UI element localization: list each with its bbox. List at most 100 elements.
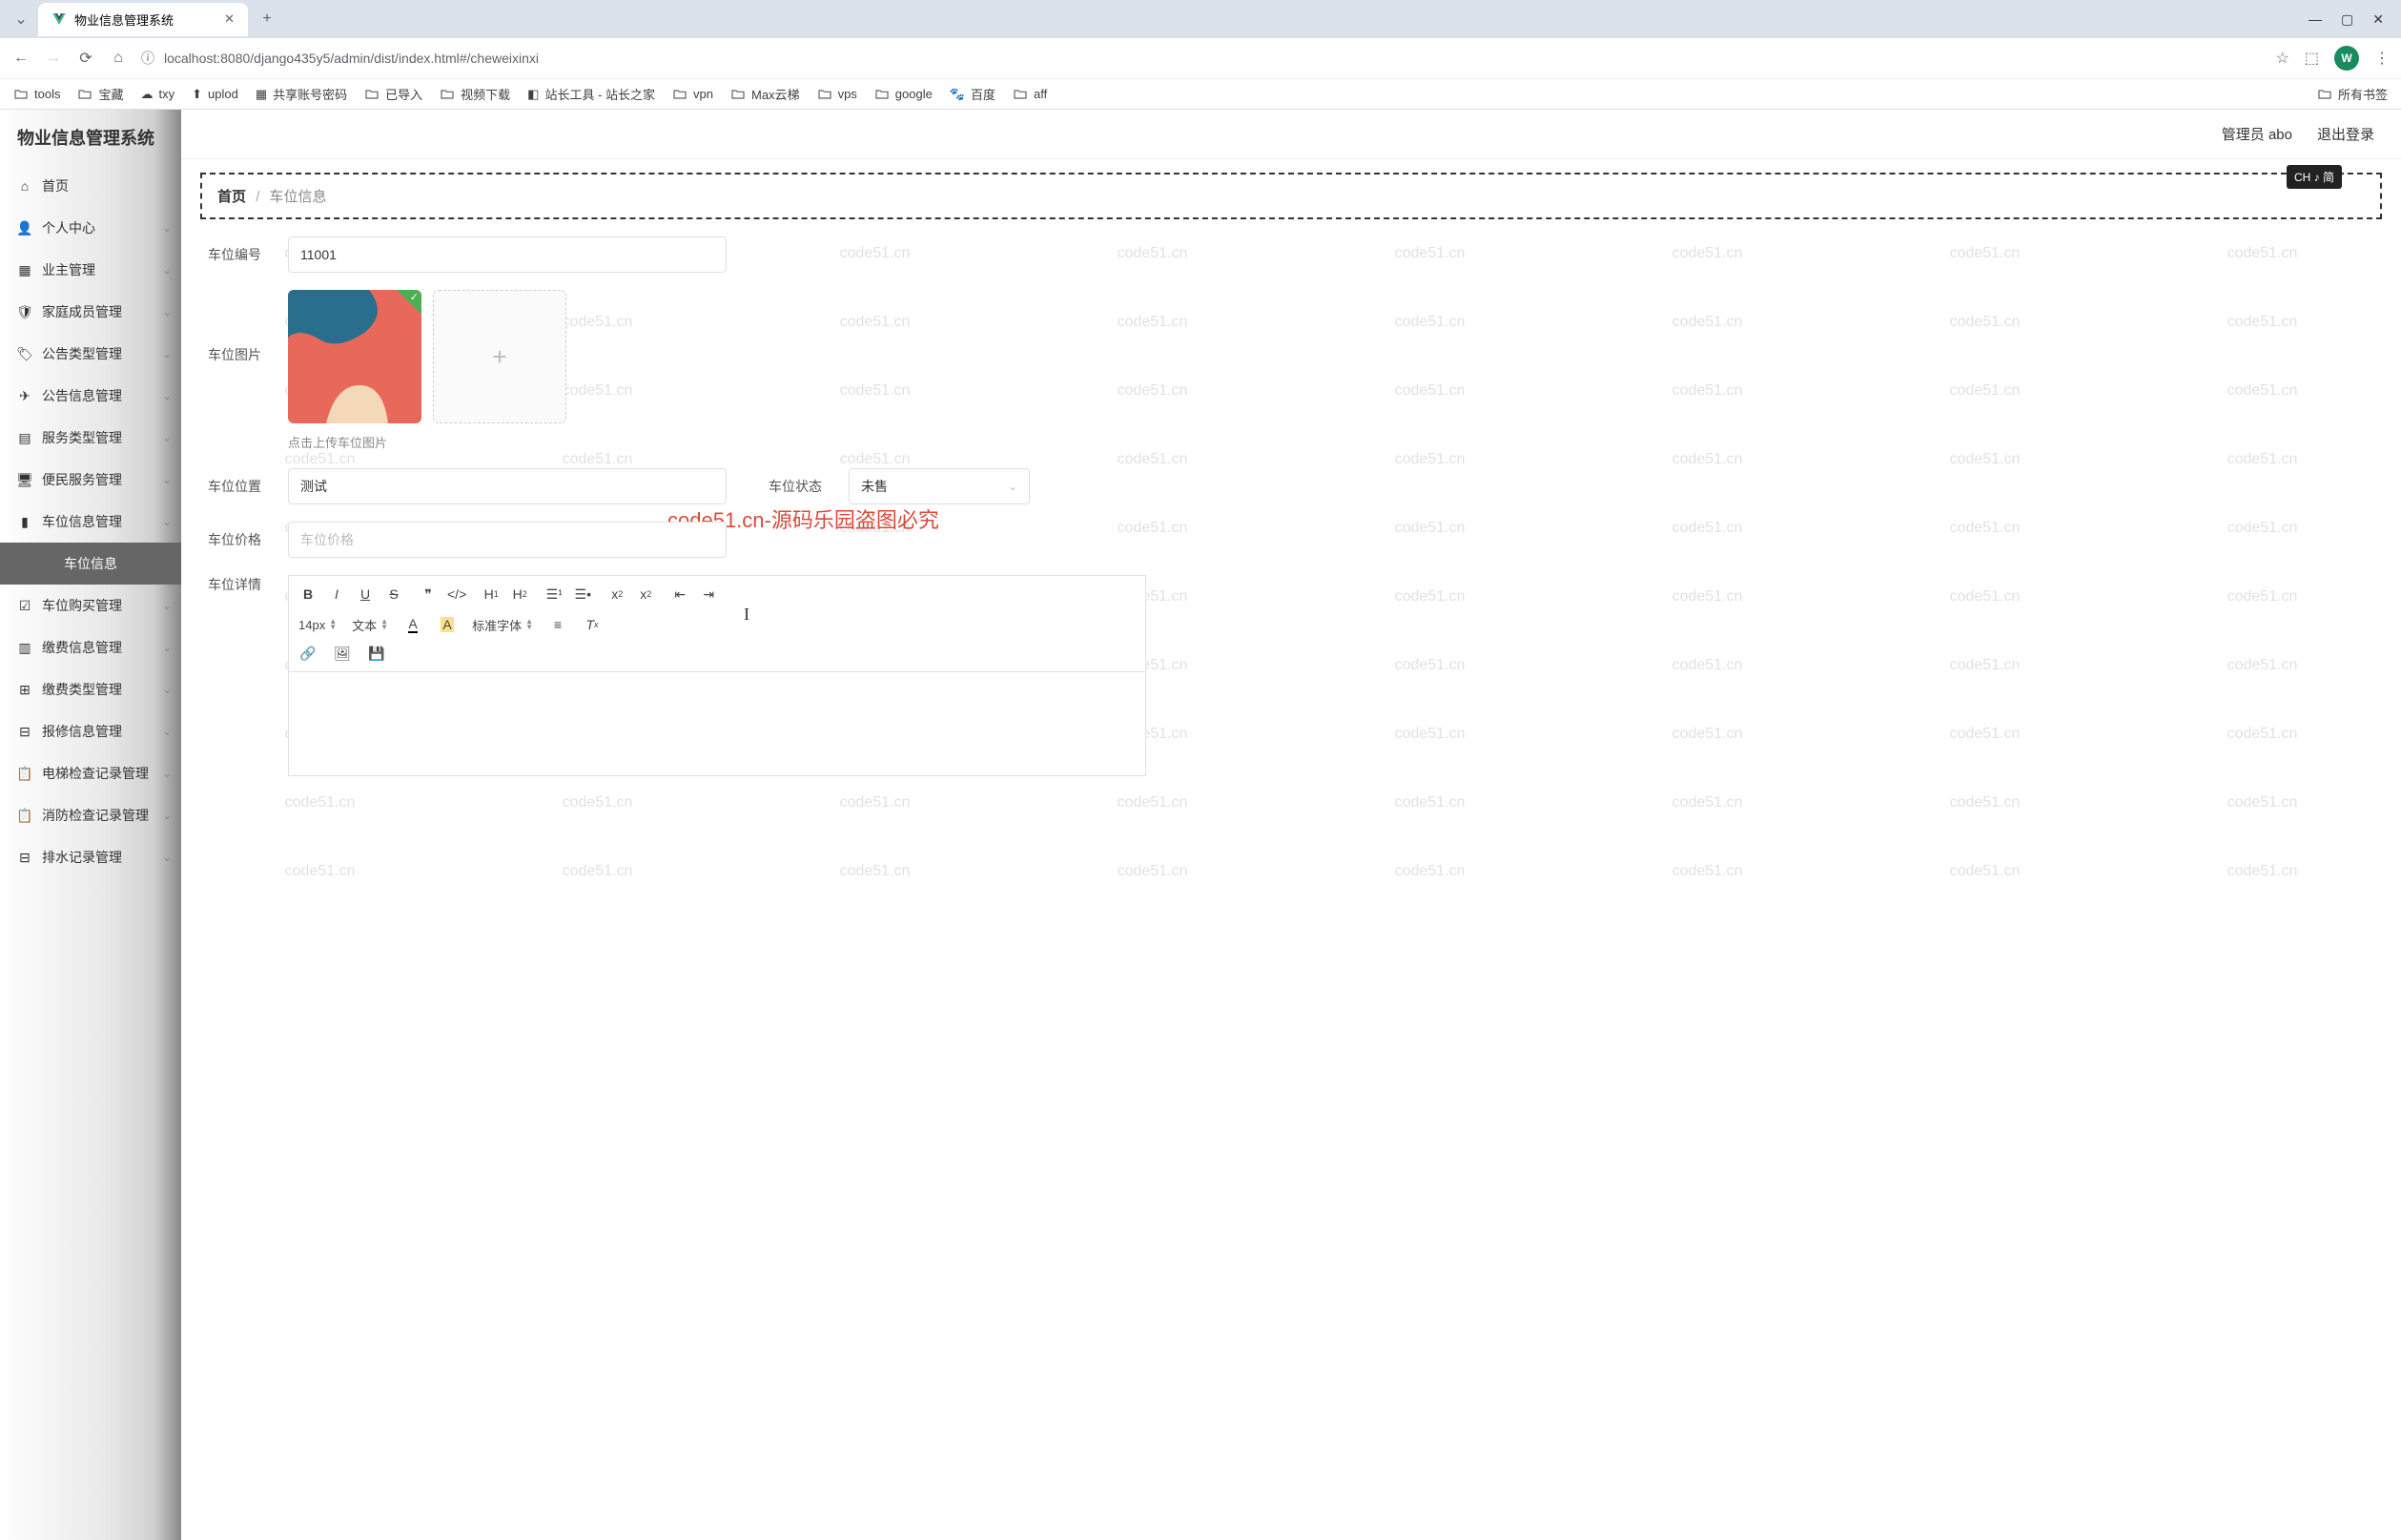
maximize-button[interactable]: ▢ [2341,11,2353,28]
font-size-select[interactable]: 14px ▲▼ [298,618,337,632]
menu-icon[interactable]: ⋮ [2374,49,2390,68]
indent-increase-button[interactable]: ⇥ [699,584,718,605]
indent-decrease-button[interactable]: ⇤ [670,584,689,605]
bookmark-item[interactable]: ▦共享账号密码 [256,85,347,103]
sidebar-item-车位信息[interactable]: 车位信息 [0,543,181,585]
text-color-button[interactable]: A [403,614,422,635]
site-info-icon[interactable]: ⓘ [141,49,154,68]
sidebar-item-家庭成员管理[interactable]: 🛡家庭成员管理⌄ [0,291,181,333]
bookmark-item[interactable]: 已导入 [364,85,422,103]
bookmark-item[interactable]: aff [1013,87,1047,102]
select-value: 未售 [861,477,888,496]
text-style-select[interactable]: 文本 ▲▼ [352,616,388,634]
bookmark-item[interactable]: 🐾百度 [950,85,995,103]
sidebar-item-消防检查记录管理[interactable]: 📋消防检查记录管理⌄ [0,794,181,836]
unordered-list-button[interactable]: ☰• [573,584,592,605]
sidebar-item-报修信息管理[interactable]: ⊟报修信息管理⌄ [0,710,181,752]
bookmark-item[interactable]: Max云梯 [730,85,800,103]
breadcrumb-root[interactable]: 首页 [217,189,246,205]
tab-list-dropdown[interactable]: ⌄ [10,8,32,31]
underline-button[interactable]: U [356,584,375,605]
reload-button[interactable]: ⟳ [76,49,95,68]
label-parking-location: 车位位置 [208,477,275,496]
sidebar-item-缴费信息管理[interactable]: ▥缴费信息管理⌄ [0,626,181,668]
sidebar-item-电梯检查记录管理[interactable]: 📋电梯检查记录管理⌄ [0,752,181,794]
admin-label[interactable]: 管理员 abo [2222,124,2292,144]
bookmark-item[interactable]: ⬆uplod [192,87,238,102]
clear-format-button[interactable]: Tx [583,614,602,635]
bookmark-item[interactable]: vps [817,87,857,102]
code-button[interactable]: </> [447,584,466,605]
url-field[interactable]: ⓘ localhost:8080/django435y5/admin/dist/… [141,49,2263,68]
new-tab-button[interactable]: + [254,6,280,32]
bookmark-item[interactable]: 宝藏 [77,85,123,103]
highlight-button[interactable]: A [438,614,457,635]
image-button[interactable]: 🖼 [333,643,352,664]
bookmark-item[interactable]: ◧站长工具 - 站长之家 [527,85,655,103]
bookmark-item[interactable]: 视频下载 [440,85,510,103]
font-family-select[interactable]: 标准字体 ▲▼ [472,616,533,634]
save-button[interactable]: 💾 [367,643,386,664]
bookmark-favicon-icon: ☁ [140,87,153,102]
sidebar-item-车位购买管理[interactable]: ☑车位购买管理⌄ [0,585,181,626]
user-icon: 👤 [17,220,32,236]
logout-link[interactable]: 退出登录 [2317,124,2374,144]
browser-tab[interactable]: 物业信息管理系统 ✕ [38,3,248,36]
label-parking-image: 车位图片 [208,290,275,364]
quote-button[interactable]: ❞ [419,584,438,605]
sidebar-item-车位信息管理[interactable]: ▮车位信息管理⌄ [0,501,181,543]
editor-content[interactable] [288,671,1146,776]
uploaded-image-thumb[interactable] [288,290,421,423]
back-button[interactable]: ← [11,49,31,68]
home-button[interactable]: ⌂ [109,49,128,68]
italic-button[interactable]: I [327,584,346,605]
bookmark-star-icon[interactable]: ☆ [2276,49,2289,68]
select-parking-status[interactable]: 未售 ⌄ [849,468,1030,504]
link-button[interactable]: 🔗 [298,643,318,664]
breadcrumb-current: 车位信息 [270,189,327,205]
subscript-button[interactable]: x2 [607,584,626,605]
strikethrough-button[interactable]: S [384,584,403,605]
bookmark-item[interactable]: vpn [672,87,713,102]
ordered-list-button[interactable]: ☰¹ [544,584,564,605]
forward-button[interactable]: → [44,49,63,68]
superscript-button[interactable]: x2 [636,584,655,605]
sidebar-item-便民服务管理[interactable]: 🖥便民服务管理⌄ [0,459,181,501]
sidebar-item-首页[interactable]: ⌂首页 [0,165,181,207]
upload-image-button[interactable]: + [433,290,566,423]
input-parking-number[interactable] [288,236,727,273]
tab-close-icon[interactable]: ✕ [224,11,235,27]
bookmark-item[interactable]: ☁txy [140,87,174,102]
sidebar-item-业主管理[interactable]: ▦业主管理⌄ [0,249,181,291]
extensions-icon[interactable]: ⬚ [2305,49,2319,68]
profile-avatar[interactable]: W [2334,46,2359,71]
sidebar-item-公告信息管理[interactable]: ✈公告信息管理⌄ [0,375,181,417]
chevron-down-icon: ⌄ [162,725,172,738]
folder-icon [2317,87,2332,102]
bookmark-item[interactable]: tools [13,87,60,102]
row-parking-location: 车位位置 [208,468,727,504]
chevron-down-icon: ⌄ [162,641,172,654]
label-parking-number: 车位编号 [208,245,275,264]
h2-button[interactable]: H2 [510,584,529,605]
sidebar-item-缴费类型管理[interactable]: ⊞缴费类型管理⌄ [0,668,181,710]
sidebar-item-服务类型管理[interactable]: ▤服务类型管理⌄ [0,417,181,459]
bookmark-item[interactable]: google [874,87,933,102]
clipboard-icon: 📋 [17,808,32,823]
input-parking-price[interactable] [288,522,727,558]
row-parking-number: 车位编号 [208,236,2374,273]
sidebar-item-label: 消防检查记录管理 [42,806,149,825]
minimize-button[interactable]: — [2309,11,2322,28]
sidebar-item-公告类型管理[interactable]: 🏷公告类型管理⌄ [0,333,181,375]
sidebar-item-个人中心[interactable]: 👤个人中心⌄ [0,207,181,249]
bold-button[interactable]: B [298,584,318,605]
folder-icon [672,87,687,102]
all-bookmarks[interactable]: 所有书签 [2317,85,2388,103]
chevron-down-icon: ⌄ [162,221,172,235]
h1-button[interactable]: H1 [482,584,501,605]
align-button[interactable]: ≡ [548,614,567,635]
close-window-button[interactable]: ✕ [2372,11,2384,28]
sidebar-item-排水记录管理[interactable]: ⊟排水记录管理⌄ [0,836,181,878]
input-parking-location[interactable] [288,468,727,504]
watermark-grey: code51.cn [1291,837,1569,906]
